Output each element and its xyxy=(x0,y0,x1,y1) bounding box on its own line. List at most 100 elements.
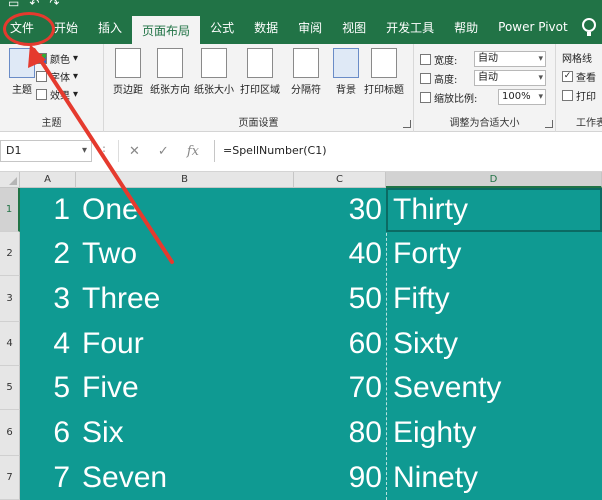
tab-view[interactable]: 视图 xyxy=(332,10,376,44)
width-icon xyxy=(420,53,431,65)
effects-label: 效果 xyxy=(50,90,70,102)
sheet-options-group-label: 工作表 xyxy=(576,118,602,129)
row-header[interactable]: 1 xyxy=(0,188,20,232)
tab-power-pivot[interactable]: Power Pivot xyxy=(488,10,578,44)
cell-c5[interactable]: 70 xyxy=(294,366,382,410)
cell-b1[interactable]: One xyxy=(82,188,139,232)
cell-d4[interactable]: Sixty xyxy=(393,322,458,366)
cell-d2[interactable]: Forty xyxy=(393,232,461,276)
cell-c7[interactable]: 90 xyxy=(294,456,382,500)
colors-label: 颜色 xyxy=(50,54,70,66)
cell-b7[interactable]: Seven xyxy=(82,456,167,500)
formula-input[interactable]: =SpellNumber(C1) xyxy=(214,140,602,162)
effects-icon xyxy=(36,88,47,100)
cell-b2[interactable]: Two xyxy=(82,232,137,276)
checkbox-checked-icon[interactable]: ✓ xyxy=(562,71,573,82)
print-area-button[interactable]: 打印区域 xyxy=(240,48,280,102)
breaks-button[interactable]: 分隔符 xyxy=(286,48,326,102)
cell-a4[interactable]: 4 xyxy=(20,322,70,366)
row-header[interactable]: 7 xyxy=(0,456,20,500)
cell-c6[interactable]: 80 xyxy=(294,411,382,455)
enter-icon[interactable]: ✓ xyxy=(158,144,169,159)
print-titles-button[interactable]: 打印标题 xyxy=(364,48,404,102)
column-header-a[interactable]: A xyxy=(20,172,76,188)
row-header[interactable]: 6 xyxy=(0,410,20,456)
colors-button[interactable]: 颜色 ▾ xyxy=(36,50,78,66)
height-select[interactable]: 自动 xyxy=(474,70,546,86)
redo-icon[interactable]: ↷ xyxy=(49,0,59,10)
print-gridlines-option[interactable]: 打印 xyxy=(562,88,596,103)
orientation-button[interactable]: 纸张方向 xyxy=(150,48,190,102)
select-all-button[interactable] xyxy=(0,172,20,188)
column-header-d[interactable]: D xyxy=(386,172,602,188)
print-area-icon xyxy=(247,48,273,78)
cell-a1[interactable]: 1 xyxy=(20,188,70,232)
scale-group-label: 调整为合适大小 xyxy=(449,118,520,129)
formula-buttons: ✕ ✓ fx xyxy=(118,140,210,162)
cell-c1[interactable]: 30 xyxy=(294,188,382,232)
cancel-icon[interactable]: ✕ xyxy=(129,144,140,159)
worksheet-grid: A B C D 1 2 3 4 5 6 7 1 One 30 Thirty 2 … xyxy=(0,172,602,500)
dialog-launcher-icon[interactable] xyxy=(545,120,553,128)
tab-help[interactable]: 帮助 xyxy=(444,10,488,44)
cell-d6[interactable]: Eighty xyxy=(393,411,476,455)
row-header[interactable]: 3 xyxy=(0,276,20,322)
gridlines-label: 网格线 xyxy=(562,54,592,65)
ribbon-tabs: 文件 开始 插入 页面布局 公式 数据 审阅 视图 开发工具 帮助 Power … xyxy=(0,10,602,44)
tab-page-layout[interactable]: 页面布局 xyxy=(132,16,201,44)
view-gridlines-option[interactable]: ✓ 查看 xyxy=(562,69,596,84)
row-header[interactable]: 4 xyxy=(0,322,20,366)
checkbox-icon[interactable] xyxy=(562,90,573,101)
tab-data[interactable]: 数据 xyxy=(244,10,288,44)
chevron-down-icon: ▾ xyxy=(73,88,79,100)
column-header-c[interactable]: C xyxy=(294,172,386,188)
effects-button[interactable]: 效果 ▾ xyxy=(36,86,78,102)
column-header-b[interactable]: B xyxy=(76,172,294,188)
tab-developer[interactable]: 开发工具 xyxy=(376,10,444,44)
tab-insert[interactable]: 插入 xyxy=(88,10,132,44)
formula-bar: D1 ⋮ ✕ ✓ fx =SpellNumber(C1) xyxy=(0,132,602,172)
cell-b6[interactable]: Six xyxy=(82,411,124,455)
cell-d3[interactable]: Fifty xyxy=(393,277,450,321)
background-button[interactable]: 背景 xyxy=(326,48,366,102)
cell-c2[interactable]: 40 xyxy=(294,232,382,276)
cell-d5[interactable]: Seventy xyxy=(393,366,501,410)
active-cell-outline xyxy=(386,188,602,232)
themes-button-label: 主题 xyxy=(12,85,32,96)
cell-a2[interactable]: 2 xyxy=(20,232,70,276)
dialog-launcher-icon[interactable] xyxy=(403,120,411,128)
width-select[interactable]: 自动 xyxy=(474,51,546,67)
size-label: 纸张大小 xyxy=(194,85,234,96)
cell-a6[interactable]: 6 xyxy=(20,411,70,455)
title-bar: ▭ ↶ ↷ xyxy=(0,0,602,10)
cell-b3[interactable]: Three xyxy=(82,277,160,321)
print-titles-icon xyxy=(371,48,397,78)
row-header[interactable]: 2 xyxy=(0,232,20,276)
insert-function-icon[interactable]: fx xyxy=(187,144,199,159)
page-setup-group: 页边距 纸张方向 纸张大小 打印区域 分隔符 背景 打印标题 页面设置 xyxy=(104,44,414,132)
size-button[interactable]: 纸张大小 xyxy=(194,48,234,102)
cell-a5[interactable]: 5 xyxy=(20,366,70,410)
themes-icon xyxy=(9,48,35,78)
undo-icon[interactable]: ↶ xyxy=(29,0,39,10)
margins-button[interactable]: 页边距 xyxy=(108,48,148,102)
scale-stepper[interactable]: 100% xyxy=(498,89,546,105)
cell-c4[interactable]: 60 xyxy=(294,322,382,366)
cell-b4[interactable]: Four xyxy=(82,322,144,366)
cell-a7[interactable]: 7 xyxy=(20,456,70,500)
drag-handle-icon[interactable]: ⋮ xyxy=(98,144,111,158)
cell-d7[interactable]: Ninety xyxy=(393,456,478,500)
tab-formulas[interactable]: 公式 xyxy=(200,10,244,44)
cell-b5[interactable]: Five xyxy=(82,366,139,410)
fonts-button[interactable]: 字体 ▾ xyxy=(36,68,78,84)
print-label: 打印 xyxy=(576,92,596,103)
cell-c3[interactable]: 50 xyxy=(294,277,382,321)
breaks-icon xyxy=(293,48,319,78)
tab-review[interactable]: 审阅 xyxy=(288,10,332,44)
cell-a3[interactable]: 3 xyxy=(20,277,70,321)
row-header[interactable]: 5 xyxy=(0,366,20,410)
name-box[interactable]: D1 xyxy=(0,140,92,162)
save-icon[interactable]: ▭ xyxy=(8,0,19,10)
scale-row: 缩放比例: xyxy=(420,88,477,106)
lightbulb-icon[interactable] xyxy=(582,18,596,36)
